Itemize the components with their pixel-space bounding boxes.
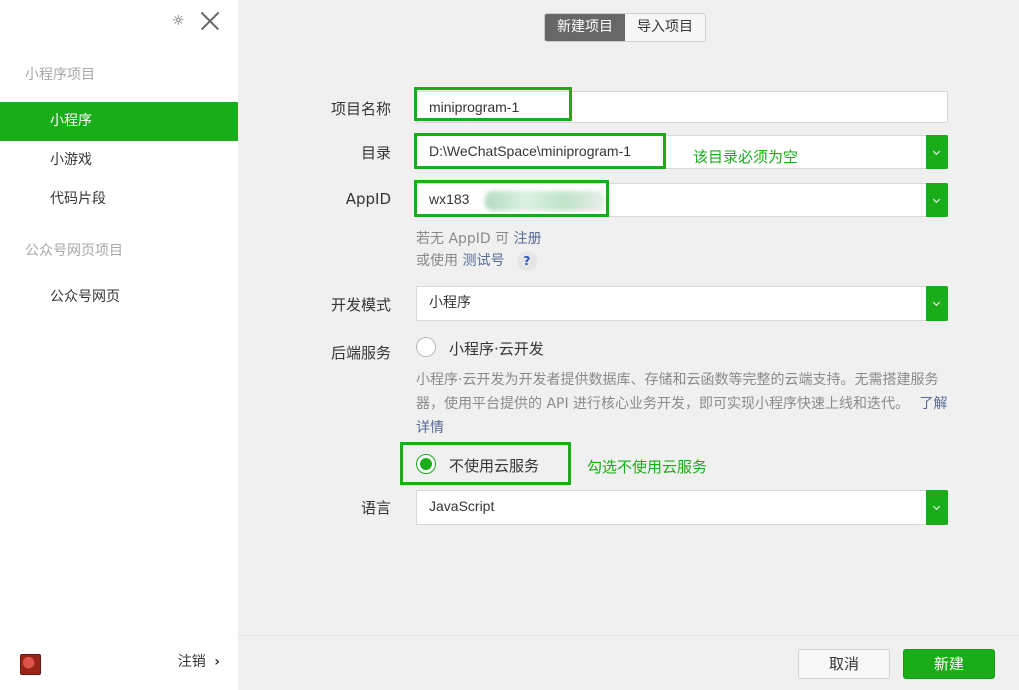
redaction-blur [485,191,605,211]
directory-annotation: 该目录必须为空 [693,148,799,166]
language-label: 语言 [360,499,391,517]
project-name-label: 项目名称 [330,100,391,118]
dev-mode-value: 小程序 [429,294,471,310]
dev-mode-label: 开发模式 [330,296,391,314]
appid-register-hint: 若无 AppID 可 注册 [416,228,542,248]
no-cloud-option-label[interactable]: 不使用云服务 [449,455,539,476]
directory-label: 目录 [360,144,391,162]
appid-dropdown-button[interactable] [926,183,948,217]
chevron-right-icon: › [214,654,220,670]
window-controls: ☼ [172,10,220,32]
cloud-dev-description-text: 小程序·云开发为开发者提供数据库、存储和云函数等完整的云端支持。无需搭建服务器，… [416,372,939,412]
main-panel: 新建项目 导入项目 项目名称 miniprogram-1 目录 D:\WeCha… [238,0,1019,690]
language-select[interactable]: JavaScript [416,490,948,525]
dev-mode-select[interactable]: 小程序 [416,286,948,321]
section-title-miniprogram: 小程序项目 [25,67,95,83]
sidebar-footer: 注销 › [0,651,238,690]
tab-import-project[interactable]: 导入项目 [625,14,705,41]
language-dropdown-button[interactable] [926,490,948,525]
project-tabs: 新建项目 导入项目 [544,13,706,42]
test-account-link[interactable]: 测试号 [462,253,504,269]
logout-button[interactable]: 注销 › [178,651,220,671]
language-value: JavaScript [429,498,495,514]
settings-gear-icon[interactable]: ☼ [172,14,186,28]
section-title-official-account: 公众号网页项目 [25,243,123,259]
avatar[interactable] [20,654,41,675]
backend-label: 后端服务 [330,344,391,362]
dialog-footer: 取消 新建 [238,635,1019,690]
appid-value: wx183 [429,191,470,207]
cancel-button[interactable]: 取消 [798,649,890,679]
cloud-dev-option-label[interactable]: 小程序·云开发 [449,338,544,359]
project-name-input[interactable]: miniprogram-1 [416,91,948,123]
appid-input[interactable]: wx183 [416,183,948,217]
create-button[interactable]: 新建 [903,649,995,679]
dev-mode-dropdown-button[interactable] [926,286,948,321]
no-cloud-annotation: 勾选不使用云服务 [587,458,708,476]
no-cloud-radio[interactable] [416,454,436,474]
appid-label: AppID [345,190,391,208]
directory-dropdown-button[interactable] [926,135,948,169]
logout-label: 注销 [177,654,206,670]
appid-test-hint: 或使用 测试号 ? [416,250,537,271]
tab-new-project[interactable]: 新建项目 [545,14,625,41]
cloud-dev-radio[interactable] [416,337,436,357]
directory-value: D:\WeChatSpace\miniprogram-1 [429,143,632,159]
sidebar: ☼ 小程序项目 小程序 小游戏 代码片段 公众号网页项目 公众号网页 注销 › [0,0,238,690]
sidebar-item-minigame[interactable]: 小游戏 [0,141,238,180]
close-icon[interactable] [198,10,220,32]
register-link[interactable]: 注册 [514,231,542,247]
sidebar-item-official-webpage[interactable]: 公众号网页 [0,278,238,317]
sidebar-item-code-snippet[interactable]: 代码片段 [0,180,238,219]
sidebar-item-miniprogram[interactable]: 小程序 [0,102,238,141]
appid-test-text: 或使用 [416,253,458,269]
appid-hint-text: 若无 AppID 可 [416,231,510,247]
cloud-dev-description: 小程序·云开发为开发者提供数据库、存储和云函数等完整的云端支持。无需搭建服务器，… [416,368,951,440]
help-icon[interactable]: ? [516,251,537,271]
directory-input[interactable]: D:\WeChatSpace\miniprogram-1 [416,135,948,169]
